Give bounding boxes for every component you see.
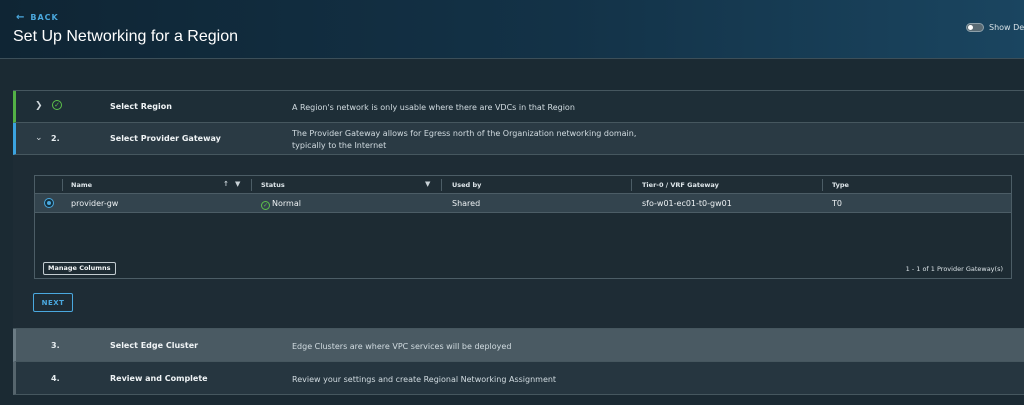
column-separator xyxy=(251,179,252,191)
column-separator xyxy=(441,179,442,191)
step-description: Review your settings and create Regional… xyxy=(292,375,557,384)
column-separator xyxy=(631,179,632,191)
provider-gateway-grid: Name ↑ ▼ Status ▼ Used by Tier-0 / VRF G… xyxy=(34,175,1012,279)
check-circle-icon: ✓ xyxy=(261,201,270,210)
step-number: 3. xyxy=(51,341,60,350)
page-header: ← BACK Set Up Networking for a Region Sh… xyxy=(0,0,1024,58)
sort-arrow-up-icon[interactable]: ↑ xyxy=(223,180,229,188)
cell-used-by: Shared xyxy=(452,199,481,208)
column-header-used-by[interactable]: Used by xyxy=(452,181,481,189)
wizard-step-select-provider-gateway[interactable]: ⌄ 2. Select Provider Gateway The Provide… xyxy=(13,123,1024,155)
manage-columns-button[interactable]: Manage Columns xyxy=(43,262,116,275)
table-row[interactable]: provider-gw ✓ Normal Shared sfo-w01-ec01-… xyxy=(35,194,1011,213)
provider-gateway-panel: Name ↑ ▼ Status ▼ Used by Tier-0 / VRF G… xyxy=(13,155,1024,329)
step-name: Review and Complete xyxy=(110,374,208,383)
chevron-down-icon[interactable]: ⌄ xyxy=(35,133,43,143)
wizard-step-review-and-complete[interactable]: 4. Review and Complete Review your setti… xyxy=(13,362,1024,395)
header-divider xyxy=(0,58,1024,59)
grid-header: Name ↑ ▼ Status ▼ Used by Tier-0 / VRF G… xyxy=(35,176,1011,194)
column-header-status[interactable]: Status xyxy=(261,181,285,189)
column-separator xyxy=(822,179,823,191)
cell-name: provider-gw xyxy=(71,199,119,208)
show-details-toggle[interactable]: Show Deta xyxy=(966,23,1024,32)
grid-footer: Manage Columns 1 - 1 of 1 Provider Gatew… xyxy=(35,259,1011,278)
check-circle-icon: ✓ xyxy=(52,100,62,110)
step-description: The Provider Gateway allows for Egress n… xyxy=(292,129,637,150)
arrow-left-icon: ← xyxy=(16,12,26,23)
back-link[interactable]: ← BACK xyxy=(16,12,59,23)
step-description: Edge Clusters are where VPC services wil… xyxy=(292,342,512,351)
wizard-step-select-edge-cluster[interactable]: 3. Select Edge Cluster Edge Clusters are… xyxy=(13,329,1024,362)
back-label: BACK xyxy=(30,13,59,22)
cell-gateway: sfo-w01-ec01-t0-gw01 xyxy=(642,199,732,208)
page-title: Set Up Networking for a Region xyxy=(13,28,238,45)
status-text: Normal xyxy=(272,199,301,208)
next-button[interactable]: NEXT xyxy=(33,293,73,312)
chevron-right-icon[interactable]: ❯ xyxy=(35,101,43,111)
pagination-info: 1 - 1 of 1 Provider Gateway(s) xyxy=(905,265,1003,273)
step-description: A Region's network is only usable where … xyxy=(292,103,575,112)
filter-icon[interactable]: ▼ xyxy=(235,180,240,188)
column-header-name[interactable]: Name xyxy=(71,181,92,189)
step-number: 4. xyxy=(51,374,60,383)
row-select-radio[interactable] xyxy=(44,198,54,208)
step-name: Select Region xyxy=(110,102,172,111)
step-name: Select Edge Cluster xyxy=(110,341,199,350)
wizard-step-select-region[interactable]: ❯ ✓ Select Region A Region's network is … xyxy=(13,91,1024,123)
toggle-switch[interactable] xyxy=(966,23,984,32)
toggle-knob xyxy=(968,25,973,30)
step-number: 2. xyxy=(51,134,60,143)
wizard: ❯ ✓ Select Region A Region's network is … xyxy=(13,90,1024,395)
show-details-label: Show Deta xyxy=(989,23,1024,32)
filter-icon[interactable]: ▼ xyxy=(425,180,430,188)
step-name: Select Provider Gateway xyxy=(110,134,221,143)
column-header-gateway[interactable]: Tier-0 / VRF Gateway xyxy=(642,181,719,189)
cell-type: T0 xyxy=(832,199,842,208)
column-separator xyxy=(62,179,63,191)
cell-status: ✓ Normal xyxy=(261,199,301,210)
column-header-type[interactable]: Type xyxy=(832,181,849,189)
